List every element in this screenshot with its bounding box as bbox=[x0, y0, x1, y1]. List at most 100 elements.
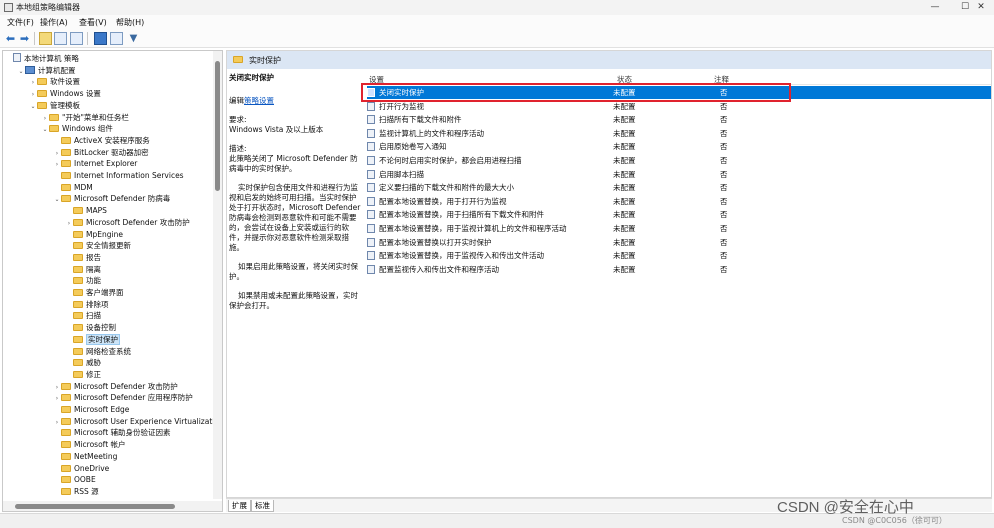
folder-icon bbox=[61, 394, 71, 402]
menu-action[interactable]: 操作(A) bbox=[40, 17, 68, 28]
tree-horizontal-scroll-thumb[interactable] bbox=[15, 504, 175, 509]
tree-vertical-scrollbar[interactable] bbox=[213, 51, 222, 499]
setting-row-state: 未配置 bbox=[613, 142, 636, 152]
setting-row[interactable]: 不论何时启用实时保护，都会启用进程扫描 未配置 否 bbox=[367, 154, 991, 167]
folder-icon bbox=[73, 289, 83, 296]
tree-item[interactable]: › Internet Explorer bbox=[53, 158, 138, 170]
tree-item[interactable]: 安全情报更新 bbox=[65, 240, 131, 251]
tree-item[interactable]: 排除项 bbox=[65, 299, 109, 310]
setting-row[interactable]: 配置本地设置替换，用于监视传入和传出文件活动 未配置 否 bbox=[367, 249, 991, 262]
tree-item[interactable]: MDM bbox=[53, 182, 93, 193]
tree-item[interactable]: › 软件设置 bbox=[29, 76, 80, 87]
tree-item[interactable]: ActiveX 安装程序服务 bbox=[53, 135, 150, 146]
tree-item[interactable]: MAPS bbox=[65, 205, 107, 216]
tree-item[interactable]: NetMeeting bbox=[53, 451, 117, 462]
menu-file[interactable]: 文件(F) bbox=[7, 17, 34, 28]
setting-row[interactable]: 配置本地设置替换以打开实时保护 未配置 否 bbox=[367, 236, 991, 249]
folder-icon bbox=[73, 359, 83, 367]
tree-item[interactable]: MpEngine bbox=[65, 229, 123, 240]
folder-icon bbox=[73, 335, 83, 343]
tree-item[interactable]: ⌄ 计算机配置 bbox=[17, 65, 76, 76]
setting-row[interactable]: 启用脚本扫描 未配置 否 bbox=[367, 168, 991, 181]
setting-row[interactable]: 启用原始卷写入通知 未配置 否 bbox=[367, 140, 991, 153]
tree-item[interactable]: OneDrive bbox=[53, 463, 109, 474]
collapse-chevron-icon[interactable]: › bbox=[53, 382, 61, 393]
setting-row[interactable]: 配置本地设置替换，用于打开行为监视 未配置 否 bbox=[367, 195, 991, 208]
tree-item[interactable]: Microsoft Edge bbox=[53, 404, 129, 415]
setting-row[interactable]: 配置本地设置替换，用于扫描所有下载文件和附件 未配置 否 bbox=[367, 208, 991, 221]
tree-item[interactable]: Microsoft 帐户 bbox=[53, 439, 126, 450]
tree-item[interactable]: › Microsoft Defender 攻击防护 bbox=[65, 217, 190, 228]
tree-item[interactable]: ⌄ Microsoft Defender 防病毒 bbox=[53, 193, 170, 204]
up-folder-icon[interactable] bbox=[39, 32, 52, 45]
tree-item[interactable]: 本地计算机 策略 bbox=[5, 53, 79, 64]
tree-vertical-scroll-thumb[interactable] bbox=[215, 61, 220, 191]
export-list-icon[interactable] bbox=[70, 32, 83, 45]
collapse-chevron-icon[interactable]: › bbox=[29, 89, 37, 100]
tree-item-label: 排除项 bbox=[86, 299, 109, 309]
collapse-chevron-icon[interactable]: › bbox=[41, 113, 49, 124]
tree-item[interactable]: 威胁 bbox=[65, 357, 101, 368]
show-hide-tree-icon[interactable] bbox=[54, 32, 67, 45]
setting-row[interactable]: 配置本地设置替换，用于监视计算机上的文件和程序活动 未配置 否 bbox=[367, 222, 991, 235]
setting-row-note: 否 bbox=[720, 210, 728, 220]
collapse-chevron-icon[interactable]: › bbox=[65, 218, 73, 229]
tree-item[interactable]: 功能 bbox=[65, 275, 101, 286]
navigation-tree: 本地计算机 策略 ⌄ 计算机配置 › 软件设置 › Windows 设置 ⌄ 管理模板 › "开始"… bbox=[2, 50, 223, 512]
tree-item[interactable]: Microsoft 辅助身份验证因素 bbox=[53, 427, 171, 438]
tree-item[interactable]: › Microsoft Defender 应用程序防护 bbox=[53, 392, 193, 403]
tree-item[interactable]: 修正 bbox=[65, 369, 101, 380]
tree-item-label: Microsoft Defender 应用程序防护 bbox=[74, 393, 193, 403]
tab-standard[interactable]: 标准 bbox=[251, 500, 274, 512]
menu-view[interactable]: 查看(V) bbox=[79, 17, 107, 28]
tree-item[interactable]: 隔离 bbox=[65, 264, 101, 275]
forward-arrow-icon[interactable]: ➡ bbox=[18, 32, 31, 45]
tree-item[interactable]: › BitLocker 驱动器加密 bbox=[53, 147, 149, 158]
tree-item[interactable]: ⌄ Windows 组件 bbox=[41, 123, 112, 135]
setting-row[interactable]: 监视计算机上的文件和程序活动 未配置 否 bbox=[367, 127, 991, 140]
expand-chevron-icon[interactable]: ⌄ bbox=[41, 124, 49, 135]
filter-icon[interactable]: ▼ bbox=[127, 32, 140, 45]
setting-row-note: 否 bbox=[720, 115, 728, 125]
tree-item[interactable]: › "开始"菜单和任务栏 bbox=[41, 112, 129, 123]
tree-item[interactable]: ⌄ 管理模板 bbox=[29, 100, 80, 111]
expand-chevron-icon[interactable]: ⌄ bbox=[17, 66, 25, 77]
tab-extended[interactable]: 扩展 bbox=[228, 500, 251, 512]
toolbar-separator bbox=[87, 32, 88, 45]
tree-item[interactable]: OOBE bbox=[53, 474, 96, 485]
minimize-button[interactable]: — bbox=[920, 0, 950, 15]
watermark: CSDN @安全在心中 bbox=[777, 499, 914, 516]
collapse-chevron-icon[interactable]: › bbox=[53, 159, 61, 170]
expand-chevron-icon[interactable]: ⌄ bbox=[29, 101, 37, 112]
collapse-chevron-icon[interactable]: › bbox=[53, 417, 61, 428]
tree-item[interactable]: Internet Information Services bbox=[53, 170, 184, 181]
setting-row-name: 配置本地设置替换，用于监视计算机上的文件和程序活动 bbox=[379, 224, 567, 233]
edit-policy-link[interactable]: 策略设置 bbox=[244, 96, 274, 105]
tree-item[interactable]: 报告 bbox=[65, 252, 101, 263]
menu-help[interactable]: 帮助(H) bbox=[116, 17, 144, 28]
tree-item[interactable]: 扫描 bbox=[65, 310, 101, 321]
tree-item[interactable]: › Windows 设置 bbox=[29, 88, 101, 99]
collapse-chevron-icon[interactable]: › bbox=[29, 77, 37, 88]
collapse-chevron-icon[interactable]: › bbox=[53, 148, 61, 159]
folder-icon bbox=[73, 300, 83, 308]
setting-row[interactable]: 配置监视传入和传出文件和程序活动 未配置 否 bbox=[367, 263, 991, 276]
expand-chevron-icon[interactable]: ⌄ bbox=[53, 194, 61, 205]
folder-icon bbox=[73, 277, 83, 285]
tree-item[interactable]: › Microsoft Defender 攻击防护 bbox=[53, 381, 178, 392]
tree-item[interactable]: 网络检查系统 bbox=[65, 346, 131, 357]
tree-item[interactable]: › Microsoft User Experience Virtualizatio… bbox=[53, 416, 222, 428]
folder-icon bbox=[61, 195, 71, 203]
setting-row[interactable]: 定义要扫描的下载文件和附件的最大大小 未配置 否 bbox=[367, 181, 991, 194]
tree-item[interactable]: 设备控制 bbox=[65, 322, 116, 333]
tree-item[interactable]: 客户端界面 bbox=[65, 287, 124, 298]
tree-horizontal-scrollbar[interactable] bbox=[3, 501, 222, 511]
back-arrow-icon[interactable]: ⬅ bbox=[4, 32, 17, 45]
properties-icon[interactable] bbox=[110, 32, 123, 45]
setting-row[interactable]: 扫描所有下载文件和附件 未配置 否 bbox=[367, 113, 991, 126]
close-button[interactable]: ✕ bbox=[968, 0, 994, 15]
tree-item[interactable]: RSS 源 bbox=[53, 486, 99, 497]
help-icon[interactable] bbox=[94, 32, 107, 45]
collapse-chevron-icon[interactable]: › bbox=[53, 393, 61, 404]
tree-item[interactable]: 实时保护 bbox=[65, 333, 120, 345]
